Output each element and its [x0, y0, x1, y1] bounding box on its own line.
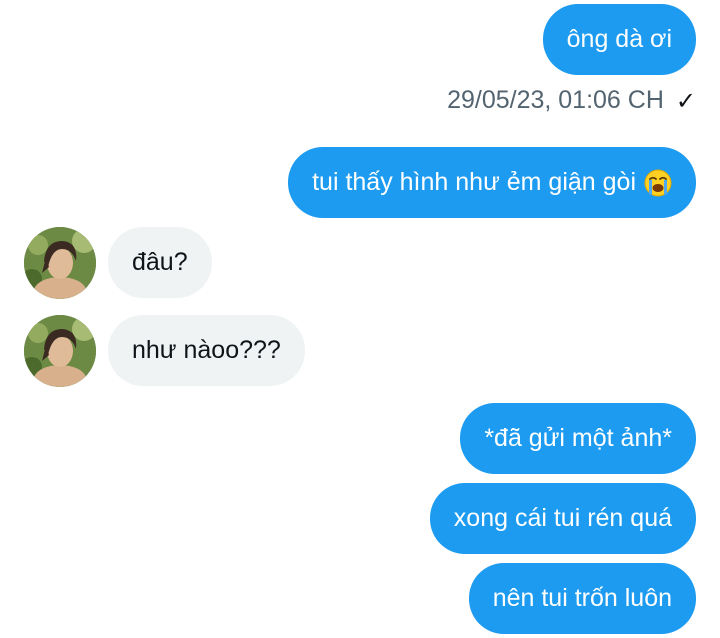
- message-bubble-sent[interactable]: ông dà ơi: [542, 4, 696, 75]
- message-text: ông dà ơi: [566, 25, 672, 53]
- message-text: tui thấy hình như ẻm giận gòi: [312, 168, 636, 196]
- message-bubble-sent[interactable]: xong cái tui rén quá: [429, 483, 696, 554]
- message-bubble-sent[interactable]: tui thấy hình như ẻm giận gòi: [288, 147, 696, 218]
- avatar[interactable]: [24, 227, 96, 299]
- check-icon: ✓: [675, 86, 696, 115]
- message-text: đâu?: [132, 248, 188, 276]
- timestamp: 29/05/23, 01:06 CH: [447, 86, 664, 114]
- avatar[interactable]: [24, 315, 96, 387]
- message-status: 29/05/23, 01:06 CH ✓: [447, 86, 696, 115]
- message-text: *đã gửi một ảnh*: [484, 424, 672, 452]
- message-bubble-received[interactable]: đâu?: [108, 227, 212, 298]
- message-text: nên tui trốn luôn: [492, 584, 672, 612]
- message-text: xong cái tui rén quá: [453, 504, 672, 532]
- message-bubble-sent[interactable]: *đã gửi một ảnh*: [460, 403, 696, 474]
- avatar-image: [24, 315, 96, 387]
- avatar-image: [24, 227, 96, 299]
- loudly-crying-face-icon: [644, 169, 672, 196]
- message-bubble-sent[interactable]: nên tui trốn luôn: [468, 563, 696, 634]
- message-text: như nàoo???: [132, 336, 281, 364]
- message-bubble-received[interactable]: như nàoo???: [108, 315, 305, 386]
